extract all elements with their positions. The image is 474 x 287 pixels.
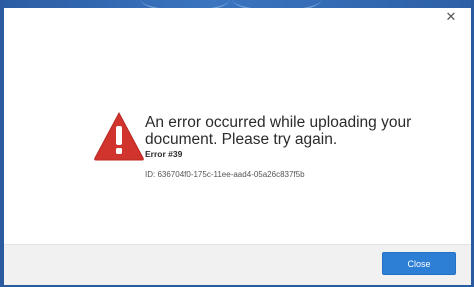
error-dialog: ✕ An error occurred while uploading your… (4, 8, 471, 285)
error-code: Error #39 (145, 149, 183, 159)
error-message: An error occurred while uploading your d… (145, 114, 412, 148)
dialog-body: An error occurred while uploading your d… (4, 8, 471, 244)
close-button[interactable]: Close (382, 252, 456, 275)
error-id: ID: 636704f0-175c-11ee-aad4-05a26c837f5b (145, 170, 305, 179)
dialog-footer: Close (4, 244, 471, 285)
warning-triangle-icon (94, 111, 144, 161)
backdrop-top-bar (0, 0, 474, 12)
